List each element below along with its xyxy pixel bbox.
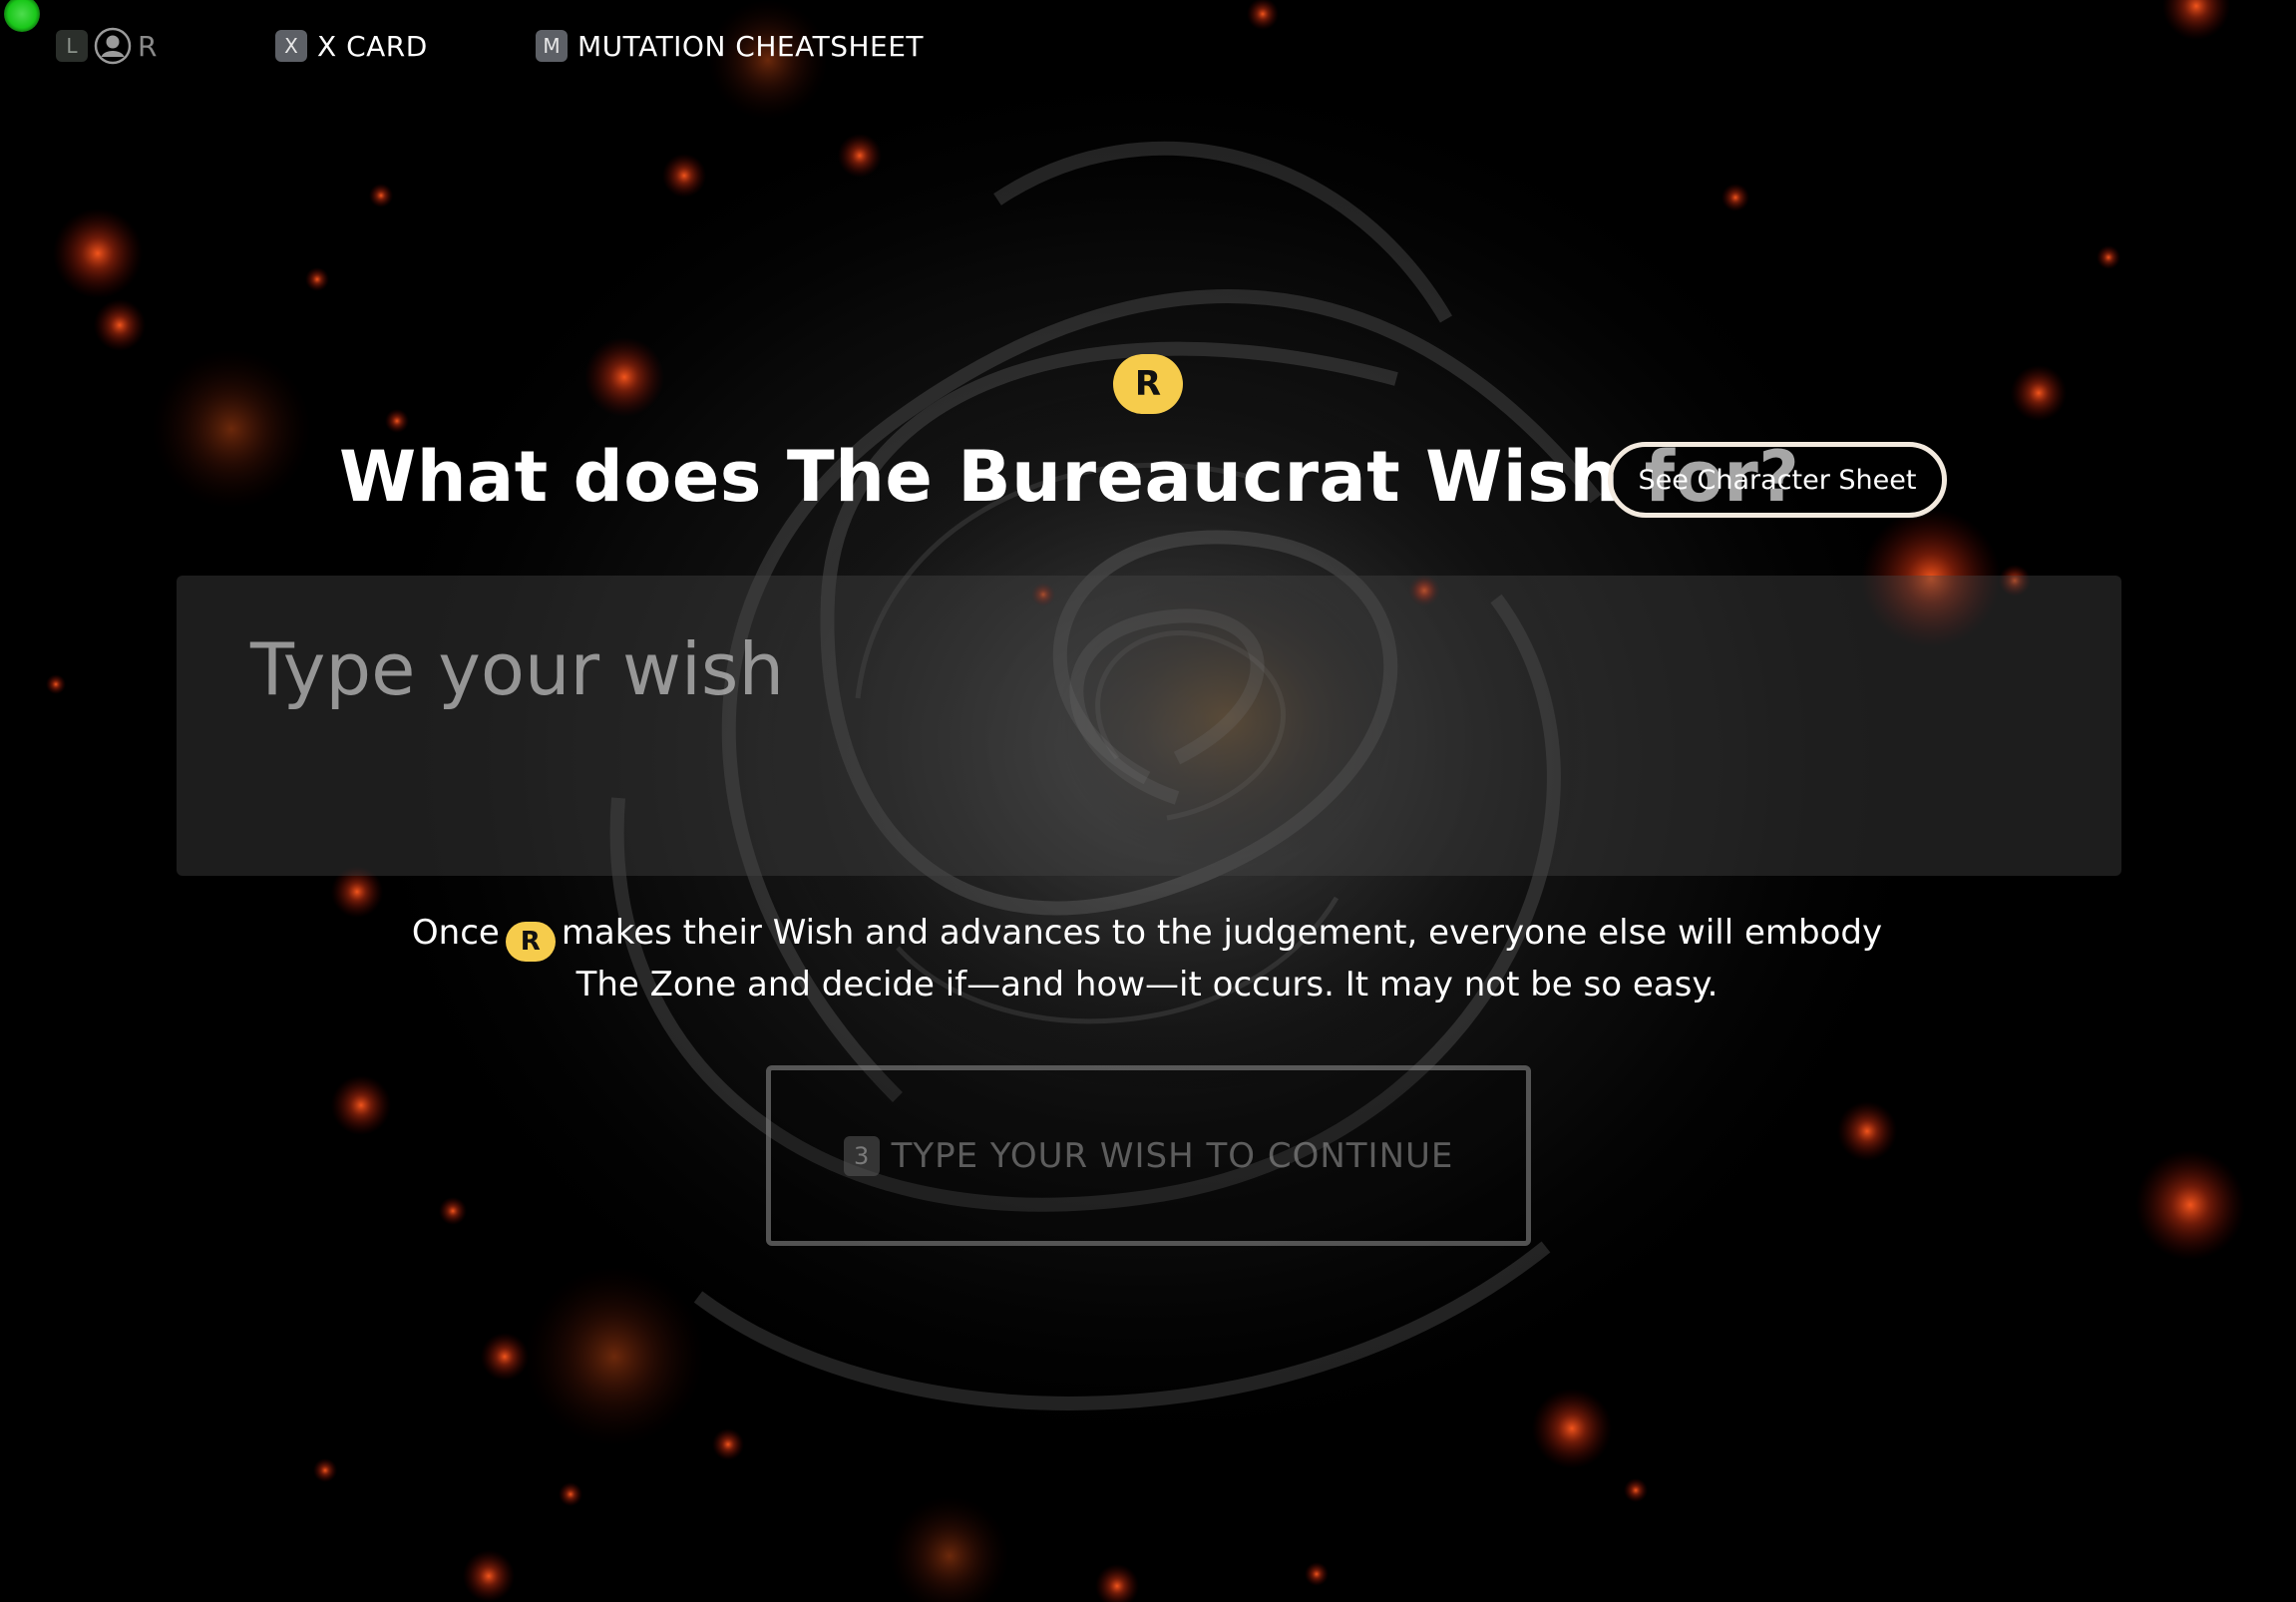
page-title: What does The Bureaucrat Wish for?: [339, 436, 1800, 518]
top-toolbar: L R X X CARD M MUTATION CHEATSHEET: [0, 0, 2296, 100]
player-role-badge: R: [1113, 354, 1183, 414]
instructions-text-end: The Zone and decide if—and how—it occurs…: [575, 965, 1719, 1004]
instructions-text-middle: makes their Wish and advances to the jud…: [561, 913, 1883, 953]
roles-toggle[interactable]: L R: [56, 26, 158, 66]
wish-input[interactable]: [177, 576, 2121, 876]
connection-status-icon: [4, 0, 40, 32]
x-card-button[interactable]: X X CARD: [275, 26, 428, 66]
continue-label: TYPE YOUR WISH TO CONTINUE: [891, 1135, 1454, 1176]
continue-button[interactable]: 3 TYPE YOUR WISH TO CONTINUE: [766, 1065, 1531, 1246]
wish-instructions: Once Rmakes their Wish and advances to th…: [249, 910, 2045, 1007]
key-hint-badge: X: [275, 30, 307, 62]
mutation-cheatsheet-button[interactable]: M MUTATION CHEATSHEET: [536, 26, 924, 66]
instructions-text-start: Once: [411, 913, 500, 953]
key-hint-badge: L: [56, 30, 88, 62]
player-role-badge-inline: R: [505, 922, 556, 962]
roles-label: R: [138, 29, 158, 63]
key-hint-badge: 3: [843, 1135, 880, 1176]
user-circle-icon: [94, 27, 132, 65]
mutation-cheatsheet-label: MUTATION CHEATSHEET: [577, 29, 925, 63]
see-character-sheet-button[interactable]: See Character Sheet: [1608, 442, 1947, 518]
x-card-label: X CARD: [317, 29, 428, 63]
key-hint-badge: M: [536, 30, 568, 62]
